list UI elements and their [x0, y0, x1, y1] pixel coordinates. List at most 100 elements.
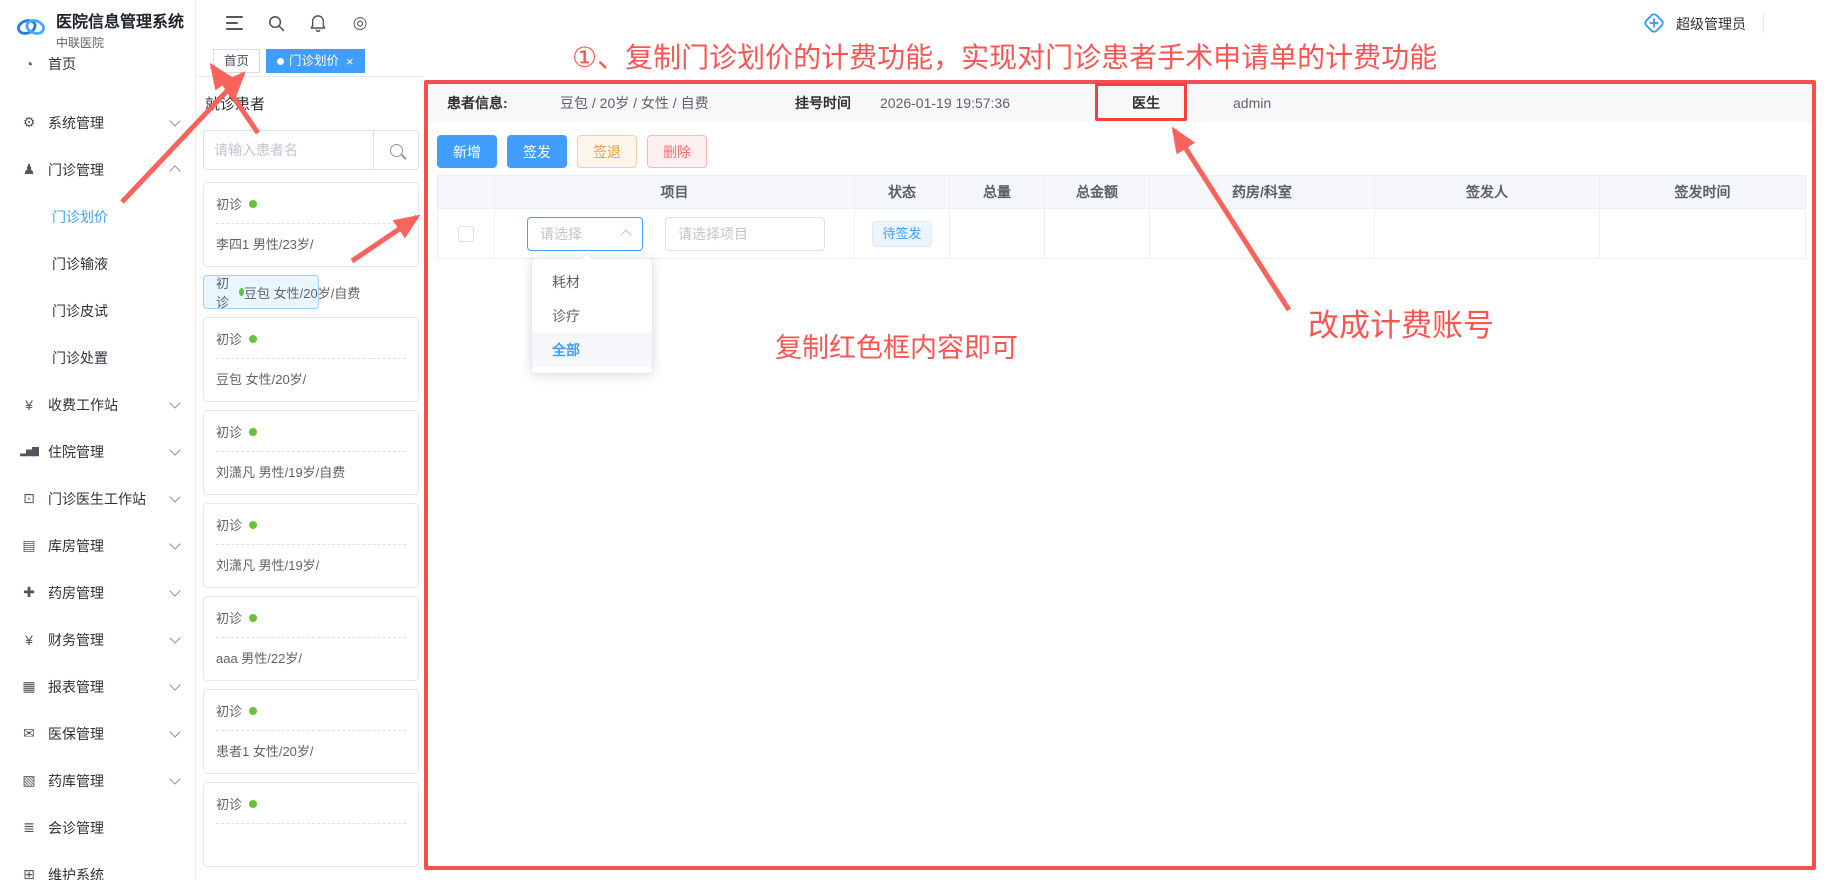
sidebar-item-maintenance[interactable]: ⊞ 维护系统 — [0, 851, 195, 880]
patient-card[interactable]: 初诊 — [203, 782, 419, 867]
chevron-down-icon — [169, 397, 180, 408]
column-item: 项目 — [495, 176, 855, 209]
bell-icon[interactable] — [306, 12, 330, 34]
status-dot-icon — [249, 335, 257, 343]
gear-icon: ⚙ — [20, 114, 38, 131]
chevron-up-icon — [169, 165, 180, 176]
cell-quantity — [950, 209, 1045, 259]
user-role-label[interactable]: 超级管理员 — [1676, 14, 1746, 34]
patient-card[interactable]: 初诊 李四1 男性/23岁/ — [203, 182, 419, 267]
patient-info-label: 患者信息: — [447, 84, 508, 122]
annotation-top-note: ①、复制门诊划价的计费功能，实现对门诊患者手术申请单的计费功能 — [572, 36, 1437, 76]
doctor-highlight-box — [1095, 83, 1187, 121]
patient-list-panel: 就诊患者 初诊 李四1 男性/23岁/ 初诊 豆包 女性/20岁/自费 初诊 豆… — [195, 76, 424, 880]
status-dot-icon — [249, 614, 257, 622]
close-icon[interactable]: × — [346, 55, 354, 68]
status-dot-icon — [249, 428, 257, 436]
patient-info: 刘潇凡 男性/19岁/自费 — [216, 462, 406, 481]
sidebar-subitem-outpatient-disposal[interactable]: 门诊处置 — [0, 334, 195, 381]
annotation-account-note: 改成计费账号 — [1308, 300, 1494, 345]
sidebar: 医院信息管理系统 中联医院 ◔ 首页 ⚙ 系统管理 ♟ 门诊管理 门诊划价 门诊… — [0, 0, 196, 880]
reg-time-label: 挂号时间 — [795, 84, 851, 122]
table-row: 请选择 待签发 — [437, 209, 1806, 259]
list-icon: ≣ — [20, 819, 38, 836]
sidebar-menu: ◔ 首页 ⚙ 系统管理 ♟ 门诊管理 门诊划价 门诊输液 门诊皮试 门诊处置 ¥… — [0, 40, 195, 880]
billing-table: 项目 状态 总量 总金额 药房/科室 签发人 签发时间 请选择 — [437, 175, 1806, 259]
mail-icon: ✉ — [20, 725, 38, 742]
chevron-down-icon — [169, 491, 180, 502]
sidebar-item-warehouse-mgmt[interactable]: ▤ 库房管理 — [0, 522, 195, 569]
column-issuer: 签发人 — [1375, 176, 1600, 209]
checkout-button[interactable]: 签退 — [577, 135, 637, 168]
chevron-down-icon — [169, 679, 180, 690]
patient-card[interactable]: 初诊 豆包 女性/20岁/ — [203, 317, 419, 402]
delete-button[interactable]: 删除 — [647, 135, 707, 168]
doctor-value: admin — [1233, 84, 1271, 122]
divider — [216, 223, 406, 224]
tab-outpatient-pricing[interactable]: 门诊划价 × — [266, 49, 365, 73]
sidebar-subitem-outpatient-skin-test[interactable]: 门诊皮试 — [0, 287, 195, 334]
sidebar-item-pharmacy-mgmt[interactable]: ✚ 药房管理 — [0, 569, 195, 616]
screenfull-icon[interactable]: ◎ — [348, 12, 372, 34]
sidebar-item-inpatient-mgmt[interactable]: ▂▅▇ 住院管理 — [0, 428, 195, 475]
divider — [216, 358, 406, 359]
patient-search-button[interactable] — [373, 131, 418, 169]
grid-icon: ⊞ — [20, 866, 38, 880]
patient-info: 豆包 女性/20岁/ — [216, 369, 406, 388]
app-window: 医院信息管理系统 中联医院 ◔ 首页 ⚙ 系统管理 ♟ 门诊管理 门诊划价 门诊… — [0, 0, 1824, 880]
sidebar-item-report-mgmt[interactable]: ▦ 报表管理 — [0, 663, 195, 710]
sidebar-item-insurance-mgmt[interactable]: ✉ 医保管理 — [0, 710, 195, 757]
sidebar-item-system-mgmt[interactable]: ⚙ 系统管理 — [0, 99, 195, 146]
column-checkbox — [437, 176, 495, 209]
cell-amount — [1045, 209, 1150, 259]
column-status: 状态 — [855, 176, 950, 209]
sidebar-subitem-outpatient-pricing[interactable]: 门诊划价 — [0, 193, 195, 240]
patient-card[interactable]: 初诊 刘潇凡 男性/19岁/ — [203, 503, 419, 588]
dropdown-option-consumables[interactable]: 耗材 — [532, 265, 652, 299]
bar-chart-icon: ▂▅▇ — [20, 446, 38, 457]
sidebar-item-doctor-station[interactable]: ⊡ 门诊医生工作站 — [0, 475, 195, 522]
sidebar-item-drug-store-mgmt[interactable]: ▧ 药库管理 — [0, 757, 195, 804]
chevron-down-icon — [169, 444, 180, 455]
dashboard-icon: ◔ — [20, 56, 38, 72]
issue-button[interactable]: 签发 — [507, 135, 567, 168]
chevron-down-icon — [169, 115, 180, 126]
tab-home[interactable]: 首页 — [213, 49, 260, 73]
divider — [1763, 13, 1764, 33]
dropdown-option-treatment[interactable]: 诊疗 — [532, 299, 652, 333]
app-title: 医院信息管理系统 — [56, 8, 184, 32]
patient-card[interactable]: 初诊 刘潇凡 男性/19岁/自费 — [203, 410, 419, 495]
search-icon[interactable] — [264, 12, 288, 34]
column-pharmacy-dept: 药房/科室 — [1150, 176, 1375, 209]
dropdown-option-all[interactable]: 全部 — [532, 333, 652, 367]
patient-info-value: 豆包 / 20岁 / 女性 / 自费 — [560, 84, 709, 122]
divider — [216, 637, 406, 638]
patient-card-selected[interactable]: 初诊 豆包 女性/20岁/自费 — [203, 275, 319, 309]
sidebar-item-consultation-mgmt[interactable]: ≣ 会诊管理 — [0, 804, 195, 851]
patient-card[interactable]: 初诊 患者1 女性/20岁/ — [203, 689, 419, 774]
status-dot-icon — [249, 800, 257, 808]
category-select[interactable]: 请选择 — [527, 217, 643, 251]
sidebar-item-home[interactable]: ◔ 首页 — [0, 40, 195, 87]
cell-pharmacy-dept — [1150, 209, 1375, 259]
active-dot-icon — [277, 58, 284, 65]
row-checkbox[interactable] — [458, 226, 474, 242]
patient-info: 豆包 女性/20岁/自费 — [244, 283, 360, 302]
sidebar-item-outpatient-mgmt[interactable]: ♟ 门诊管理 — [0, 146, 195, 193]
chevron-down-icon — [169, 726, 180, 737]
patient-search-input[interactable] — [204, 131, 373, 169]
collapse-sidebar-icon[interactable] — [222, 12, 246, 34]
sidebar-subitem-outpatient-infusion[interactable]: 门诊输液 — [0, 240, 195, 287]
excel-icon: ▦ — [20, 678, 38, 695]
sidebar-item-charging-station[interactable]: ¥ 收费工作站 — [0, 381, 195, 428]
patient-info: 李四1 男性/23岁/ — [216, 234, 406, 253]
patient-info: aaa 男性/22岁/ — [216, 648, 406, 667]
column-amount: 总金额 — [1045, 176, 1150, 209]
item-input[interactable] — [665, 217, 825, 251]
chevron-down-icon — [169, 585, 180, 596]
sidebar-item-finance-mgmt[interactable]: ¥ 财务管理 — [0, 616, 195, 663]
user-icon: ♟ — [20, 161, 38, 178]
add-button[interactable]: 新增 — [437, 135, 497, 168]
patient-card[interactable]: 初诊 aaa 男性/22岁/ — [203, 596, 419, 681]
status-badge: 待签发 — [872, 221, 931, 247]
